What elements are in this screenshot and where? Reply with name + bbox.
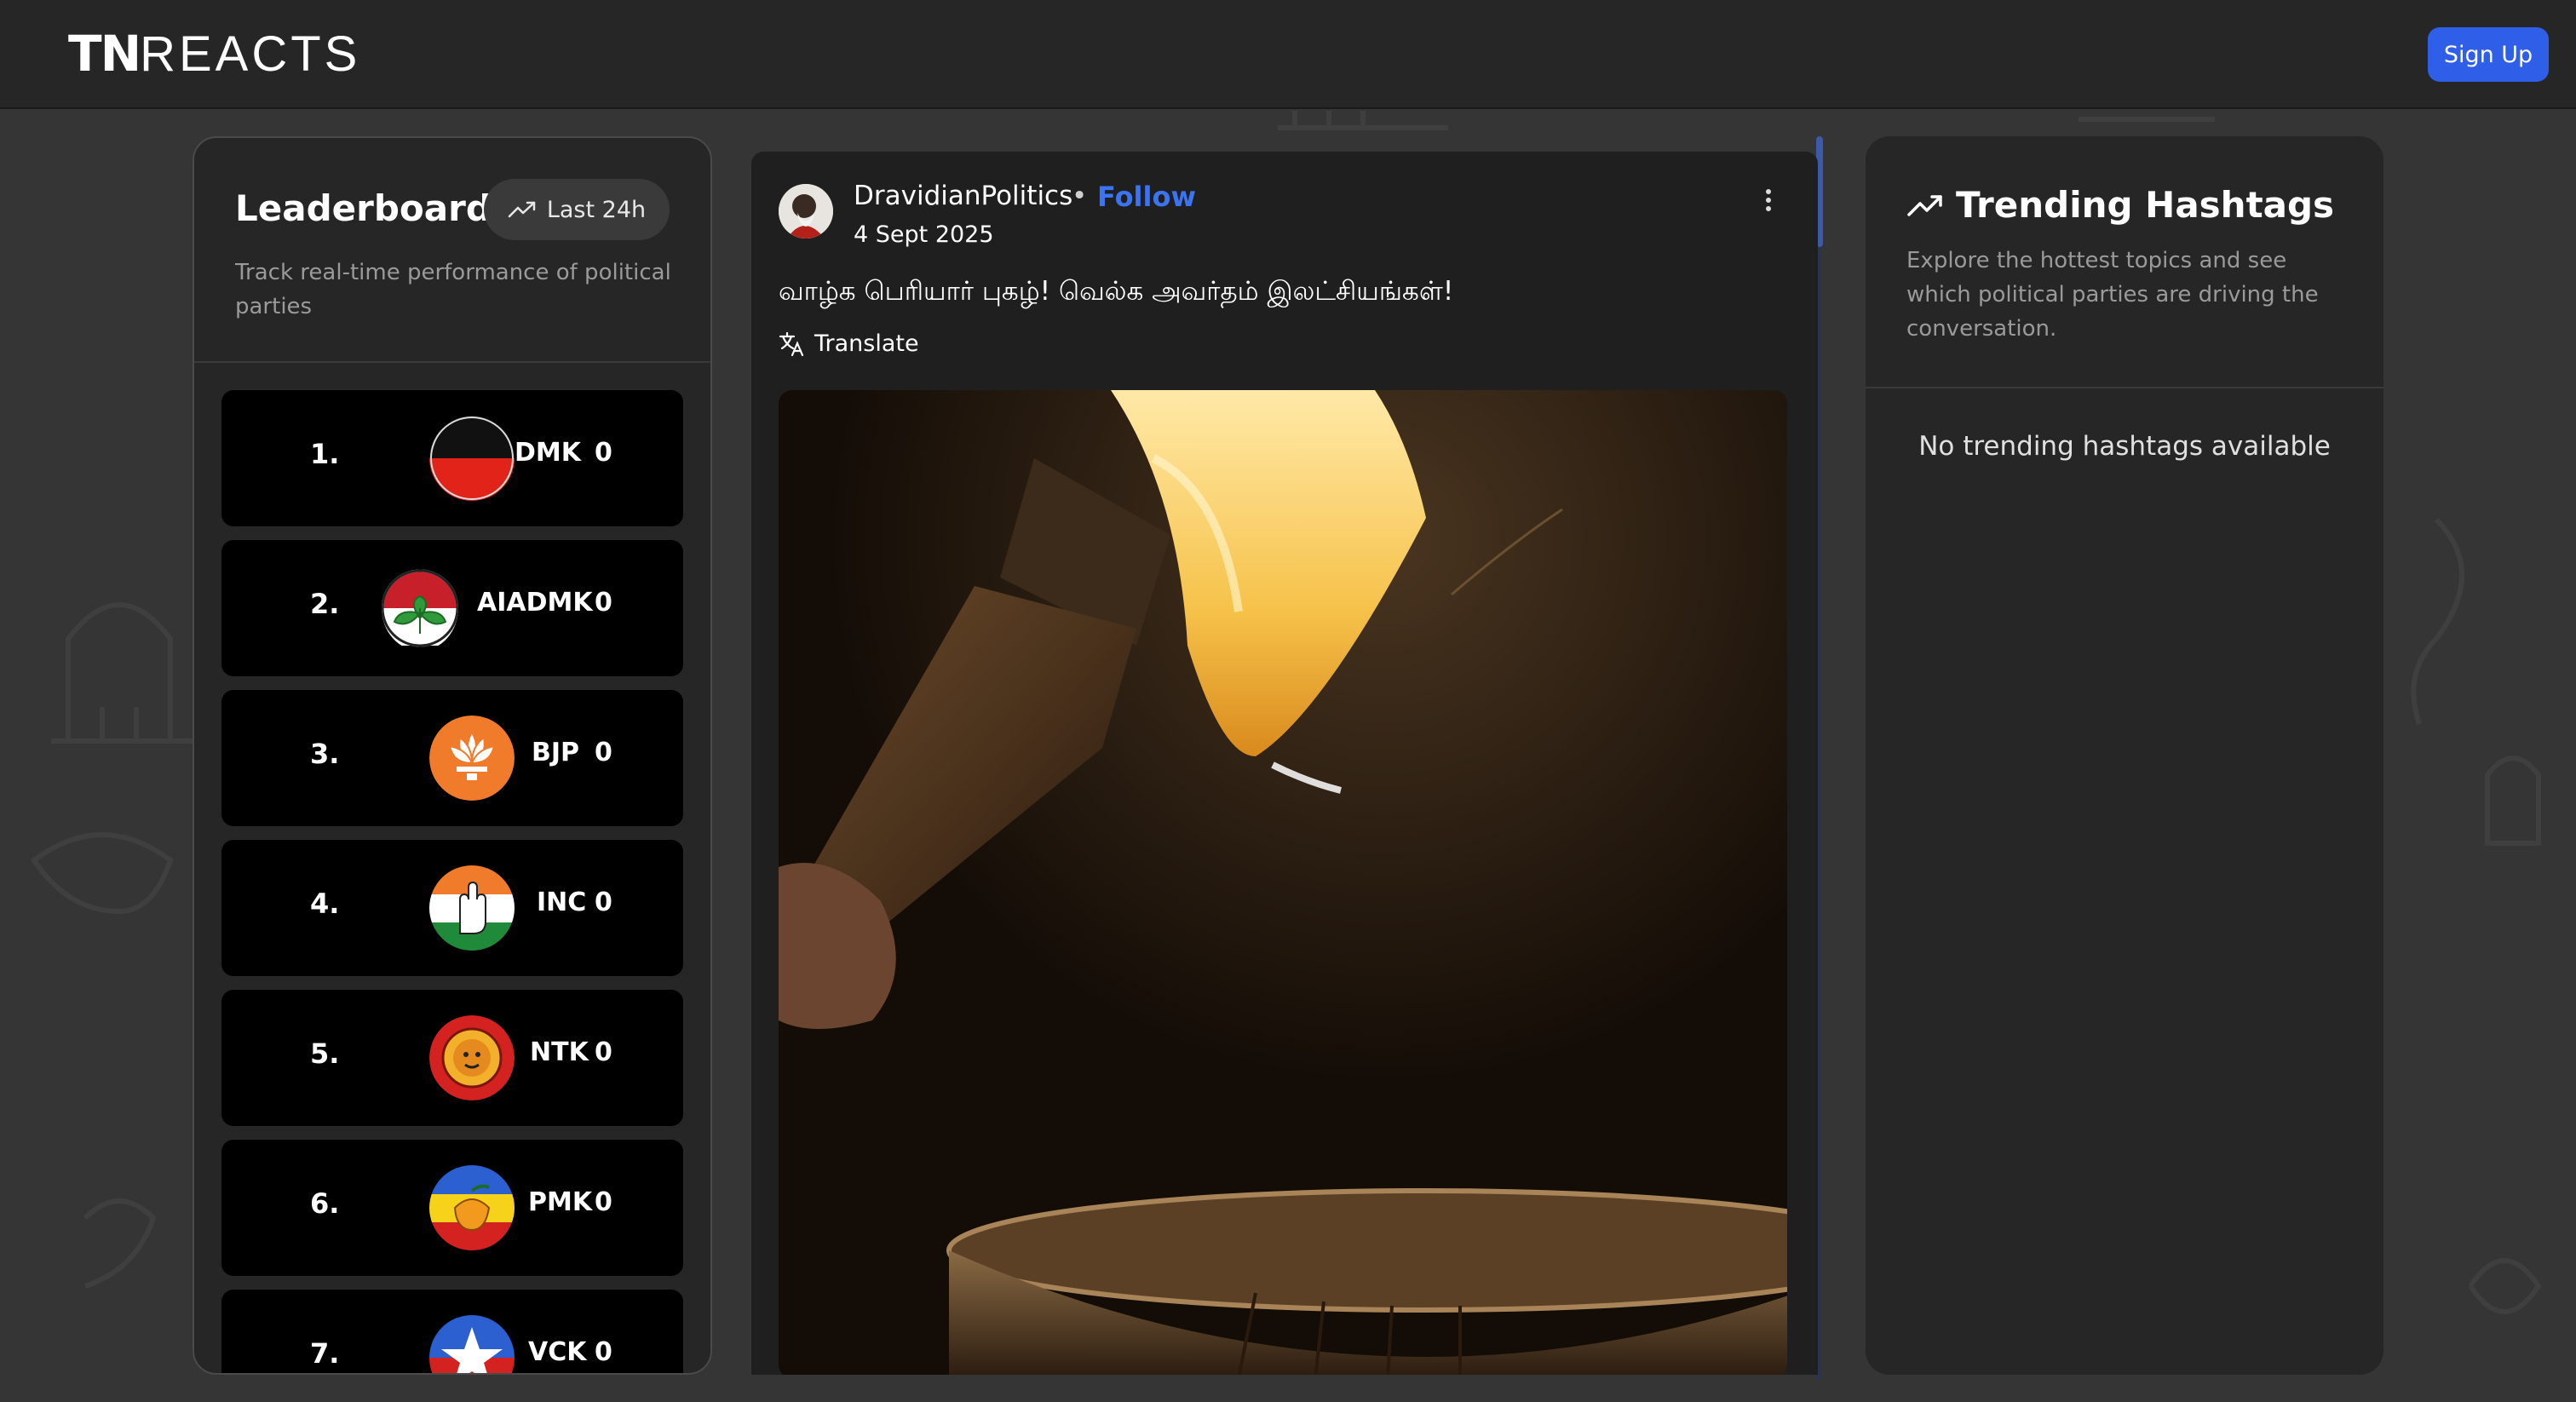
time-filter-label: Last 24h: [546, 196, 647, 223]
trending-title: Trending Hashtags: [1906, 184, 2334, 226]
trending-up-icon: [508, 201, 536, 218]
party-score: 0: [595, 438, 612, 468]
leaderboard-list: 1. DMK 0 2. AIADMK 0 3. BJP 0 4. INC 0 5…: [194, 363, 710, 1373]
post-card: DravidianPolitics • Follow 4 Sept 2025 வ…: [751, 152, 1818, 1375]
rank-number: 2.: [310, 588, 340, 620]
party-name: VCK: [528, 1337, 587, 1367]
leaderboard-header: Leaderboard Last 24h Track real-time per…: [194, 138, 710, 363]
rank-number: 7.: [310, 1337, 340, 1370]
leaderboard-row[interactable]: 4. INC 0: [221, 840, 683, 976]
pmk-mango-icon: [429, 1165, 515, 1250]
rank-number: 4.: [310, 888, 340, 920]
trending-title-label: Trending Hashtags: [1956, 184, 2335, 226]
more-options-icon[interactable]: [1760, 186, 1777, 220]
leaderboard-row[interactable]: 3. BJP 0: [221, 690, 683, 826]
party-score: 0: [595, 1337, 612, 1367]
trending-up-icon: [1907, 194, 1942, 216]
empty-state-message: No trending hashtags available: [1918, 431, 2331, 462]
leaderboard-title: Leaderboard: [235, 187, 492, 229]
rank-number: 3.: [310, 738, 340, 770]
leaderboard-row[interactable]: 6. PMK 0: [221, 1140, 683, 1276]
rank-number: 6.: [310, 1187, 340, 1220]
party-name: DMK: [515, 438, 582, 468]
trending-hashtags-panel: Trending Hashtags Explore the hottest to…: [1866, 136, 2383, 1375]
author-avatar[interactable]: [779, 184, 833, 238]
party-name: INC: [537, 888, 587, 917]
inc-hand-icon: [429, 865, 515, 951]
party-name: AIADMK: [477, 588, 593, 618]
leaderboard-row[interactable]: 2. AIADMK 0: [221, 540, 683, 676]
vck-star-icon: [429, 1315, 515, 1373]
translate-icon: [779, 331, 804, 356]
trending-header: Trending Hashtags Explore the hottest to…: [1866, 136, 2383, 388]
rank-number: 1.: [310, 438, 340, 470]
party-score: 0: [595, 888, 612, 917]
post-date: 4 Sept 2025: [854, 221, 994, 248]
top-navbar: TN REACTS Sign Up: [0, 0, 2576, 109]
leaderboard-subtitle: Track real-time performance of political…: [235, 260, 671, 319]
tnreacts-logo[interactable]: TN REACTS: [68, 25, 361, 83]
post-author[interactable]: DravidianPolitics: [854, 181, 1072, 211]
party-name: NTK: [530, 1037, 589, 1067]
party-score: 0: [595, 588, 612, 618]
party-name: BJP: [532, 738, 580, 767]
leaderboard-row[interactable]: 5. NTK 0: [221, 990, 683, 1126]
leaderboard-panel: Leaderboard Last 24h Track real-time per…: [193, 136, 712, 1375]
ntk-tiger-icon: [429, 1015, 515, 1100]
leaderboard-row[interactable]: 7. VCK 0: [221, 1290, 683, 1373]
bjp-lotus-icon: [429, 715, 515, 801]
sign-up-button[interactable]: Sign Up: [2428, 27, 2549, 82]
logo-bold-text: TN: [68, 25, 141, 83]
party-score: 0: [595, 1187, 612, 1217]
rank-number: 5.: [310, 1037, 340, 1070]
dmk-flag-icon: [429, 416, 515, 501]
aiadmk-leaves-icon: [382, 566, 458, 651]
logo-thin-text: REACTS: [140, 26, 361, 82]
party-name: PMK: [528, 1187, 593, 1217]
translate-label: Translate: [814, 330, 919, 357]
leaderboard-row[interactable]: 1. DMK 0: [221, 390, 683, 526]
party-score: 0: [595, 738, 612, 767]
follow-button[interactable]: Follow: [1097, 181, 1196, 213]
separator-dot: •: [1072, 181, 1088, 211]
party-score: 0: [595, 1037, 612, 1067]
post-media-image[interactable]: [779, 390, 1787, 1375]
trending-subtitle: Explore the hottest topics and see which…: [1906, 248, 2319, 342]
translate-button[interactable]: Translate: [779, 330, 919, 357]
post-text: வாழ்க பெரியார் புகழ்! வெல்க அவர்தம் இலட்…: [779, 276, 1454, 307]
time-filter-button[interactable]: Last 24h: [484, 179, 670, 240]
